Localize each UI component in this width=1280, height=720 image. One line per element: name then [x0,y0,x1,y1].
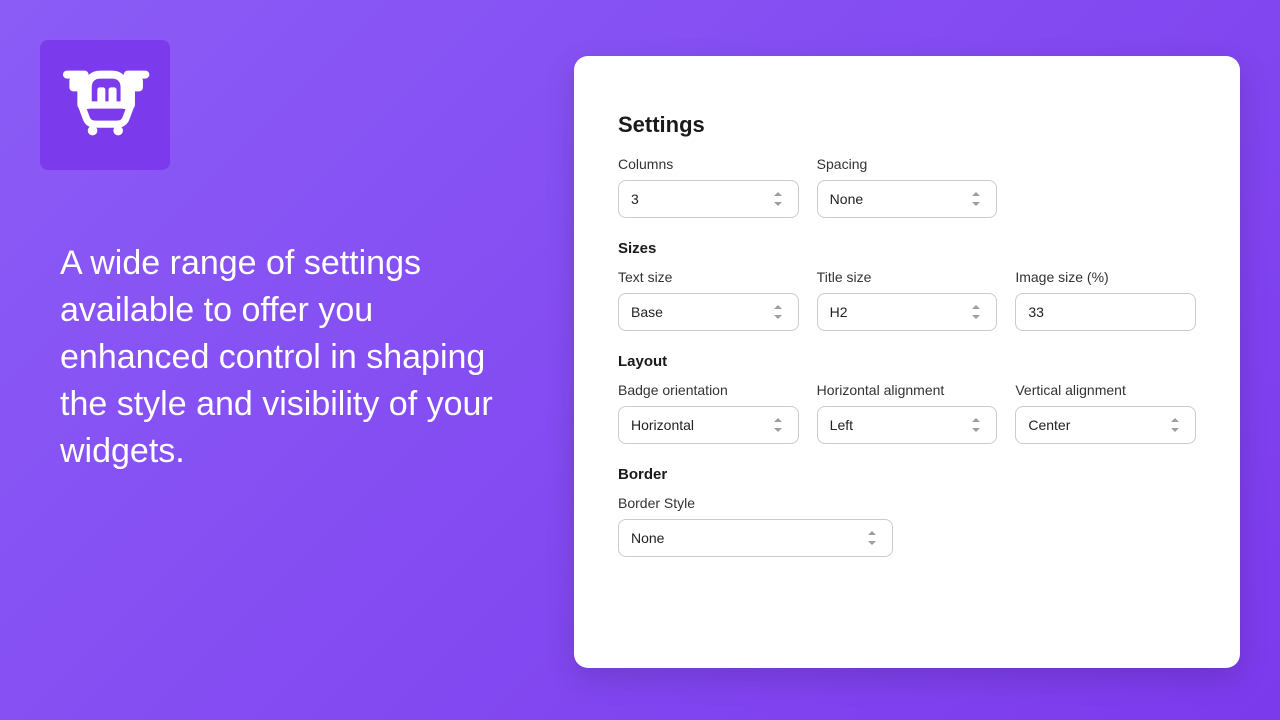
border-style-field: Border Style None [618,495,893,557]
image-size-label: Image size (%) [1015,269,1196,285]
stepper-icon [970,418,984,432]
title-size-select[interactable]: H2 [817,293,998,331]
vertical-alignment-field: Vertical alignment Center [1015,382,1196,444]
horizontal-alignment-label: Horizontal alignment [817,382,998,398]
border-style-select[interactable]: None [618,519,893,557]
promo-description: A wide range of settings available to of… [60,240,520,475]
stepper-icon [772,192,786,206]
badge-orientation-label: Badge orientation [618,382,799,398]
horizontal-alignment-field: Horizontal alignment Left [817,382,998,444]
stepper-icon [970,305,984,319]
stepper-icon [866,531,880,545]
vertical-alignment-select[interactable]: Center [1015,406,1196,444]
panel-title: Settings [618,112,1196,138]
text-size-select[interactable]: Base [618,293,799,331]
text-size-field: Text size Base [618,269,799,331]
spacing-label: Spacing [817,156,998,172]
cart-logo-icon [60,65,150,145]
columns-select[interactable]: 3 [618,180,799,218]
border-heading: Border [618,466,1196,483]
columns-label: Columns [618,156,799,172]
layout-heading: Layout [618,353,1196,370]
border-style-label: Border Style [618,495,893,511]
text-size-label: Text size [618,269,799,285]
stepper-icon [772,305,786,319]
badge-orientation-select[interactable]: Horizontal [618,406,799,444]
spacing-select[interactable]: None [817,180,998,218]
stepper-icon [1169,418,1183,432]
horizontal-alignment-select[interactable]: Left [817,406,998,444]
columns-field: Columns 3 [618,156,799,218]
title-size-label: Title size [817,269,998,285]
badge-orientation-field: Badge orientation Horizontal [618,382,799,444]
spacing-field: Spacing None [817,156,998,218]
image-size-input[interactable]: 33 [1015,293,1196,331]
image-size-field: Image size (%) 33 [1015,269,1196,331]
stepper-icon [772,418,786,432]
app-logo [40,40,170,170]
settings-panel: Settings Columns 3 Spacing None Sizes Te… [574,56,1240,668]
vertical-alignment-label: Vertical alignment [1015,382,1196,398]
stepper-icon [970,192,984,206]
sizes-heading: Sizes [618,240,1196,257]
title-size-field: Title size H2 [817,269,998,331]
